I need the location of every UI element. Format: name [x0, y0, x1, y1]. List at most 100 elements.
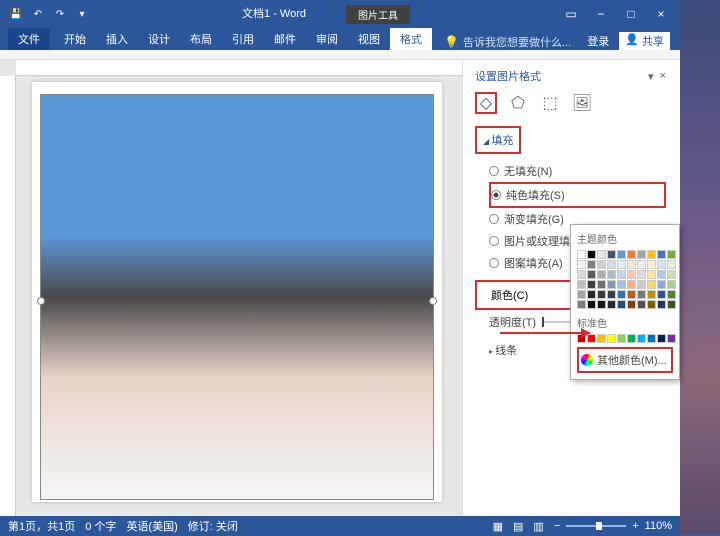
color-swatch[interactable]	[617, 300, 626, 309]
color-swatch[interactable]	[657, 280, 666, 289]
picture-icon[interactable]: 🖼	[571, 92, 593, 114]
color-swatch[interactable]	[597, 290, 606, 299]
color-swatch[interactable]	[607, 334, 616, 343]
color-swatch[interactable]	[617, 260, 626, 269]
radio-no-fill[interactable]: 无填充(N)	[489, 160, 666, 182]
fill-line-icon[interactable]: ◇	[475, 92, 497, 114]
color-swatch[interactable]	[627, 300, 636, 309]
redo-icon[interactable]: ↷	[52, 6, 68, 22]
panel-close-icon[interactable]: ×	[660, 70, 666, 83]
color-swatch[interactable]	[637, 280, 646, 289]
color-swatch[interactable]	[607, 280, 616, 289]
layout-icon[interactable]: ⬚	[539, 92, 561, 114]
color-swatch[interactable]	[577, 270, 586, 279]
color-swatch[interactable]	[577, 290, 586, 299]
color-swatch[interactable]	[647, 250, 656, 259]
undo-icon[interactable]: ↶	[30, 6, 46, 22]
color-swatch[interactable]	[627, 260, 636, 269]
tab-file[interactable]: 文件	[8, 28, 50, 50]
zoom-slider[interactable]	[566, 525, 626, 527]
tab-references[interactable]: 引用	[222, 28, 264, 50]
login-link[interactable]: 登录	[587, 33, 609, 49]
color-swatch[interactable]	[667, 280, 676, 289]
color-swatch[interactable]	[637, 270, 646, 279]
view-web-icon[interactable]: ▥	[533, 520, 543, 533]
color-swatch[interactable]	[657, 250, 666, 259]
color-swatch[interactable]	[637, 334, 646, 343]
panel-dropdown-icon[interactable]: ▾	[648, 70, 654, 83]
color-swatch[interactable]	[617, 290, 626, 299]
color-swatch[interactable]	[587, 250, 596, 259]
color-swatch[interactable]	[587, 270, 596, 279]
color-swatch[interactable]	[647, 260, 656, 269]
color-swatch[interactable]	[667, 300, 676, 309]
color-swatch[interactable]	[657, 290, 666, 299]
color-swatch[interactable]	[597, 270, 606, 279]
color-swatch[interactable]	[647, 300, 656, 309]
color-swatch[interactable]	[627, 270, 636, 279]
color-swatch[interactable]	[607, 250, 616, 259]
color-swatch[interactable]	[617, 250, 626, 259]
color-swatch[interactable]	[617, 280, 626, 289]
color-swatch[interactable]	[617, 334, 626, 343]
zoom-level[interactable]: 110%	[645, 520, 672, 532]
color-swatch[interactable]	[627, 334, 636, 343]
color-swatch[interactable]	[647, 290, 656, 299]
zoom-out-icon[interactable]: −	[554, 520, 560, 532]
close-icon[interactable]: ×	[652, 7, 670, 21]
color-swatch[interactable]	[637, 300, 646, 309]
tab-format[interactable]: 格式	[390, 28, 432, 50]
color-swatch[interactable]	[617, 270, 626, 279]
color-swatch[interactable]	[637, 260, 646, 269]
maximize-icon[interactable]: □	[622, 7, 640, 21]
color-swatch[interactable]	[587, 300, 596, 309]
tab-design[interactable]: 设计	[138, 28, 180, 50]
color-swatch[interactable]	[577, 260, 586, 269]
color-swatch[interactable]	[627, 290, 636, 299]
color-swatch[interactable]	[657, 300, 666, 309]
save-icon[interactable]: 💾	[8, 6, 24, 22]
color-swatch[interactable]	[577, 300, 586, 309]
color-swatch[interactable]	[657, 260, 666, 269]
color-swatch[interactable]	[597, 250, 606, 259]
tab-review[interactable]: 审阅	[306, 28, 348, 50]
color-swatch[interactable]	[597, 334, 606, 343]
color-swatch[interactable]	[637, 250, 646, 259]
color-swatch[interactable]	[597, 300, 606, 309]
color-swatch[interactable]	[597, 280, 606, 289]
tab-home[interactable]: 开始	[54, 28, 96, 50]
horizontal-ruler[interactable]	[16, 60, 462, 76]
color-swatch[interactable]	[657, 270, 666, 279]
fill-section-header[interactable]: 填充	[475, 126, 521, 154]
color-swatch[interactable]	[647, 280, 656, 289]
page-count[interactable]: 第1页，共1页	[8, 518, 75, 534]
color-swatch[interactable]	[627, 280, 636, 289]
color-swatch[interactable]	[597, 260, 606, 269]
color-swatch[interactable]	[607, 300, 616, 309]
color-swatch[interactable]	[667, 260, 676, 269]
effects-icon[interactable]: ⬠	[507, 92, 529, 114]
zoom-in-icon[interactable]: +	[632, 520, 638, 532]
color-swatch[interactable]	[607, 290, 616, 299]
color-swatch[interactable]	[607, 260, 616, 269]
tab-insert[interactable]: 插入	[96, 28, 138, 50]
tab-layout[interactable]: 布局	[180, 28, 222, 50]
color-swatch[interactable]	[657, 334, 666, 343]
more-colors-button[interactable]: 其他颜色(M)...	[577, 347, 673, 373]
color-swatch[interactable]	[587, 280, 596, 289]
ribbon-options-icon[interactable]: ▭	[562, 7, 580, 21]
track-changes-status[interactable]: 修订: 关闭	[188, 518, 238, 534]
color-swatch[interactable]	[577, 250, 586, 259]
language-status[interactable]: 英语(美国)	[126, 518, 177, 534]
color-swatch[interactable]	[577, 280, 586, 289]
color-swatch[interactable]	[627, 250, 636, 259]
tab-view[interactable]: 视图	[348, 28, 390, 50]
radio-solid-fill[interactable]: 纯色填充(S)	[489, 182, 666, 208]
color-swatch[interactable]	[647, 334, 656, 343]
color-swatch[interactable]	[637, 290, 646, 299]
color-swatch[interactable]	[647, 270, 656, 279]
color-swatch[interactable]	[607, 270, 616, 279]
tell-me-search[interactable]: 💡告诉我您想要做什么...	[432, 34, 587, 50]
view-print-icon[interactable]: ▤	[513, 520, 523, 533]
color-swatch[interactable]	[667, 250, 676, 259]
